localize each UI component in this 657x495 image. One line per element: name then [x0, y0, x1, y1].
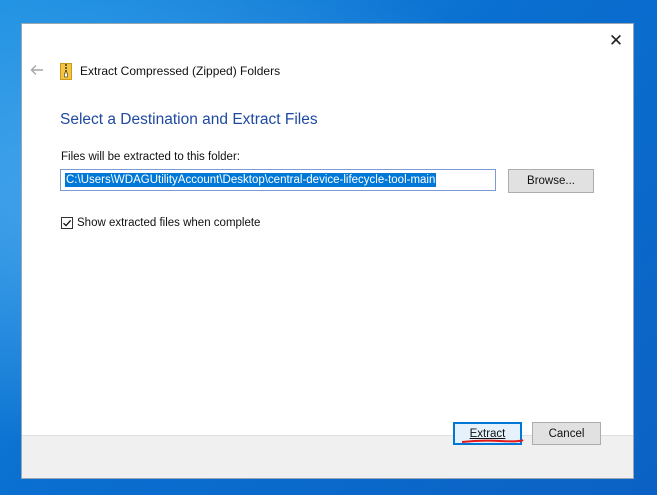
red-underline-annotation — [461, 439, 524, 443]
destination-path-input[interactable]: C:\Users\WDAGUtilityAccount\Desktop\cent… — [60, 169, 496, 191]
cancel-button[interactable]: Cancel — [532, 422, 601, 445]
show-files-checkbox[interactable] — [61, 217, 73, 229]
close-button[interactable]: ✕ — [605, 30, 627, 50]
extract-dialog: ✕ Extract Compressed (Zipped) Folders Se… — [21, 23, 634, 479]
page-heading: Select a Destination and Extract Files — [60, 111, 318, 128]
show-files-option[interactable]: Show extracted files when complete — [61, 217, 260, 229]
show-files-label: Show extracted files when complete — [77, 217, 261, 229]
checkmark-icon — [63, 219, 72, 227]
back-button[interactable] — [28, 62, 46, 78]
destination-path-text: C:\Users\WDAGUtilityAccount\Desktop\cent… — [65, 173, 437, 187]
browse-button[interactable]: Browse... — [508, 169, 594, 193]
close-icon: ✕ — [608, 30, 624, 50]
zip-folder-icon — [60, 62, 72, 80]
arrow-left-icon — [30, 65, 43, 75]
window-title: Extract Compressed (Zipped) Folders — [80, 64, 281, 78]
destination-label: Files will be extracted to this folder: — [61, 151, 240, 163]
title-row: Extract Compressed (Zipped) Folders — [60, 62, 280, 80]
